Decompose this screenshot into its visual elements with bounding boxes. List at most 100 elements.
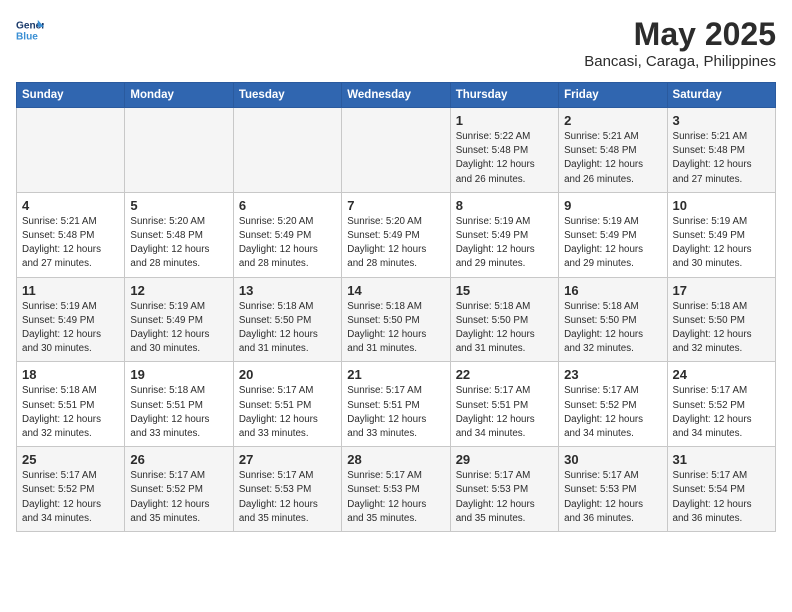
day-cell: 5 Sunrise: 5:20 AM Sunset: 5:48 PM Daylig… (125, 192, 233, 277)
calendar-subtitle: Bancasi, Caraga, Philippines (584, 53, 776, 70)
day-cell: 6Sunrise: 5:20 AM Sunset: 5:49 PM Daylig… (233, 192, 341, 277)
week-row-3: 11 Sunrise: 5:19 AM Sunset: 5:49 PM Dayli… (17, 277, 776, 362)
day-cell: 4 Sunrise: 5:21 AM Sunset: 5:48 PM Daylig… (17, 192, 125, 277)
header-row: SundayMondayTuesdayWednesdayThursdayFrid… (17, 83, 776, 108)
day-info: Sunrise: 5:22 AM Sunset: 5:48 PM Dayligh… (456, 130, 553, 187)
day-cell: 14 Sunrise: 5:18 AM Sunset: 5:50 PM Dayli… (342, 277, 450, 362)
day-cell: 25 Sunrise: 5:17 AM Sunset: 5:52 PM Dayli… (17, 447, 125, 532)
day-number: 24 (673, 367, 770, 382)
day-info: Sunrise: 5:17 AM Sunset: 5:53 PM Dayligh… (564, 469, 661, 526)
day-header-friday: Friday (559, 83, 667, 108)
day-cell: 7Sunrise: 5:20 AM Sunset: 5:49 PM Daylig… (342, 192, 450, 277)
day-cell: 27Sunrise: 5:17 AM Sunset: 5:53 PM Dayli… (233, 447, 341, 532)
day-header-wednesday: Wednesday (342, 83, 450, 108)
day-info: Sunrise: 5:19 AM Sunset: 5:49 PM Dayligh… (564, 215, 661, 272)
day-number: 11 (22, 283, 119, 298)
day-info: Sunrise: 5:17 AM Sunset: 5:53 PM Dayligh… (456, 469, 553, 526)
calendar-title: May 2025 (584, 16, 776, 53)
day-info: Sunrise: 5:18 AM Sunset: 5:50 PM Dayligh… (347, 300, 444, 357)
week-row-1: 1 Sunrise: 5:22 AM Sunset: 5:48 PM Daylig… (17, 108, 776, 193)
day-info: Sunrise: 5:21 AM Sunset: 5:48 PM Dayligh… (22, 215, 119, 272)
day-info: Sunrise: 5:21 AM Sunset: 5:48 PM Dayligh… (673, 130, 770, 187)
day-cell: 19 Sunrise: 5:18 AM Sunset: 5:51 PM Dayli… (125, 362, 233, 447)
day-number: 14 (347, 283, 444, 298)
day-cell: 2 Sunrise: 5:21 AM Sunset: 5:48 PM Daylig… (559, 108, 667, 193)
day-number: 16 (564, 283, 661, 298)
day-number: 31 (673, 452, 770, 467)
day-cell: 16 Sunrise: 5:18 AM Sunset: 5:50 PM Dayli… (559, 277, 667, 362)
day-number: 5 (130, 198, 227, 213)
day-number: 3 (673, 113, 770, 128)
day-cell: 29Sunrise: 5:17 AM Sunset: 5:53 PM Dayli… (450, 447, 558, 532)
day-header-monday: Monday (125, 83, 233, 108)
logo: General Blue (16, 16, 44, 44)
day-cell: 13 Sunrise: 5:18 AM Sunset: 5:50 PM Dayli… (233, 277, 341, 362)
logo-icon: General Blue (16, 16, 44, 44)
day-cell: 20 Sunrise: 5:17 AM Sunset: 5:51 PM Dayli… (233, 362, 341, 447)
day-cell: 1 Sunrise: 5:22 AM Sunset: 5:48 PM Daylig… (450, 108, 558, 193)
day-number: 15 (456, 283, 553, 298)
day-info: Sunrise: 5:18 AM Sunset: 5:50 PM Dayligh… (673, 300, 770, 357)
day-number: 2 (564, 113, 661, 128)
day-cell: 18 Sunrise: 5:18 AM Sunset: 5:51 PM Dayli… (17, 362, 125, 447)
day-info: Sunrise: 5:17 AM Sunset: 5:52 PM Dayligh… (564, 384, 661, 441)
day-info: Sunrise: 5:17 AM Sunset: 5:53 PM Dayligh… (347, 469, 444, 526)
day-info: Sunrise: 5:17 AM Sunset: 5:52 PM Dayligh… (130, 469, 227, 526)
day-number: 1 (456, 113, 553, 128)
day-number: 21 (347, 367, 444, 382)
day-cell: 3 Sunrise: 5:21 AM Sunset: 5:48 PM Daylig… (667, 108, 775, 193)
day-cell (233, 108, 341, 193)
day-info: Sunrise: 5:17 AM Sunset: 5:52 PM Dayligh… (22, 469, 119, 526)
day-info: Sunrise: 5:19 AM Sunset: 5:49 PM Dayligh… (456, 215, 553, 272)
day-number: 26 (130, 452, 227, 467)
day-cell (342, 108, 450, 193)
svg-text:Blue: Blue (16, 31, 38, 42)
day-info: Sunrise: 5:19 AM Sunset: 5:49 PM Dayligh… (22, 300, 119, 357)
day-cell: 28Sunrise: 5:17 AM Sunset: 5:53 PM Dayli… (342, 447, 450, 532)
day-header-saturday: Saturday (667, 83, 775, 108)
day-info: Sunrise: 5:17 AM Sunset: 5:54 PM Dayligh… (673, 469, 770, 526)
day-cell: 26 Sunrise: 5:17 AM Sunset: 5:52 PM Dayli… (125, 447, 233, 532)
day-info: Sunrise: 5:20 AM Sunset: 5:48 PM Dayligh… (130, 215, 227, 272)
day-cell: 30Sunrise: 5:17 AM Sunset: 5:53 PM Dayli… (559, 447, 667, 532)
day-cell: 21Sunrise: 5:17 AM Sunset: 5:51 PM Dayli… (342, 362, 450, 447)
day-cell: 15 Sunrise: 5:18 AM Sunset: 5:50 PM Dayli… (450, 277, 558, 362)
title-block: May 2025 Bancasi, Caraga, Philippines (584, 16, 776, 70)
day-cell: 11 Sunrise: 5:19 AM Sunset: 5:49 PM Dayli… (17, 277, 125, 362)
page-header: General Blue May 2025 Bancasi, Caraga, P… (16, 16, 776, 70)
day-number: 12 (130, 283, 227, 298)
day-info: Sunrise: 5:18 AM Sunset: 5:51 PM Dayligh… (130, 384, 227, 441)
day-info: Sunrise: 5:17 AM Sunset: 5:51 PM Dayligh… (239, 384, 336, 441)
day-number: 4 (22, 198, 119, 213)
day-info: Sunrise: 5:18 AM Sunset: 5:50 PM Dayligh… (239, 300, 336, 357)
day-cell: 23 Sunrise: 5:17 AM Sunset: 5:52 PM Dayli… (559, 362, 667, 447)
day-number: 27 (239, 452, 336, 467)
day-info: Sunrise: 5:18 AM Sunset: 5:50 PM Dayligh… (456, 300, 553, 357)
day-number: 10 (673, 198, 770, 213)
day-cell: 24Sunrise: 5:17 AM Sunset: 5:52 PM Dayli… (667, 362, 775, 447)
day-cell: 22 Sunrise: 5:17 AM Sunset: 5:51 PM Dayli… (450, 362, 558, 447)
day-info: Sunrise: 5:17 AM Sunset: 5:51 PM Dayligh… (456, 384, 553, 441)
day-header-sunday: Sunday (17, 83, 125, 108)
day-cell: 8 Sunrise: 5:19 AM Sunset: 5:49 PM Daylig… (450, 192, 558, 277)
day-header-thursday: Thursday (450, 83, 558, 108)
day-info: Sunrise: 5:18 AM Sunset: 5:50 PM Dayligh… (564, 300, 661, 357)
day-number: 8 (456, 198, 553, 213)
day-number: 25 (22, 452, 119, 467)
week-row-2: 4 Sunrise: 5:21 AM Sunset: 5:48 PM Daylig… (17, 192, 776, 277)
day-number: 23 (564, 367, 661, 382)
calendar-table: SundayMondayTuesdayWednesdayThursdayFrid… (16, 82, 776, 532)
day-info: Sunrise: 5:21 AM Sunset: 5:48 PM Dayligh… (564, 130, 661, 187)
week-row-5: 25 Sunrise: 5:17 AM Sunset: 5:52 PM Dayli… (17, 447, 776, 532)
day-info: Sunrise: 5:18 AM Sunset: 5:51 PM Dayligh… (22, 384, 119, 441)
day-number: 19 (130, 367, 227, 382)
day-number: 18 (22, 367, 119, 382)
day-number: 7 (347, 198, 444, 213)
day-number: 22 (456, 367, 553, 382)
day-number: 20 (239, 367, 336, 382)
day-info: Sunrise: 5:19 AM Sunset: 5:49 PM Dayligh… (130, 300, 227, 357)
day-cell: 17Sunrise: 5:18 AM Sunset: 5:50 PM Dayli… (667, 277, 775, 362)
day-cell (125, 108, 233, 193)
day-number: 13 (239, 283, 336, 298)
day-cell: 9Sunrise: 5:19 AM Sunset: 5:49 PM Daylig… (559, 192, 667, 277)
